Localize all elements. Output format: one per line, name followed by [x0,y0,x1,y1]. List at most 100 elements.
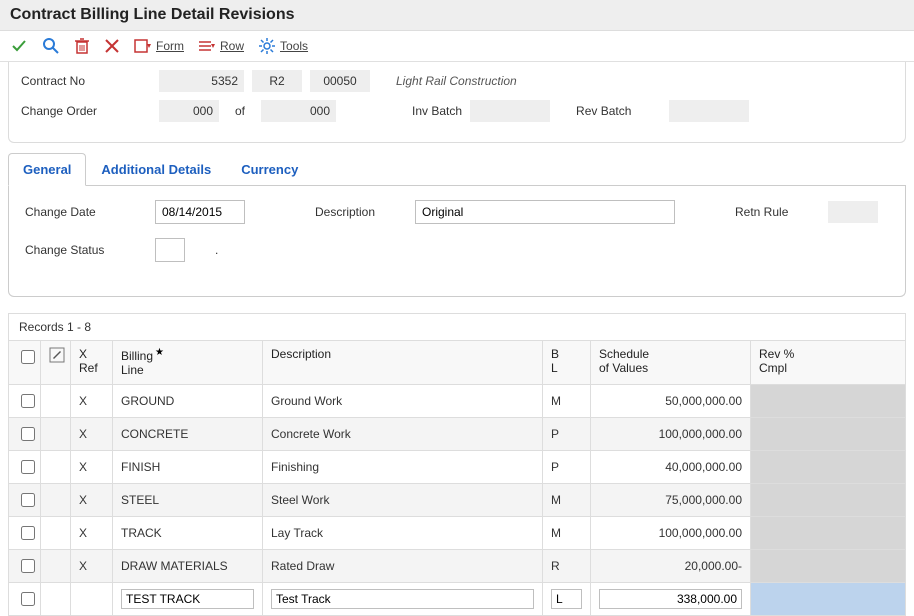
table-row[interactable]: XDRAW MATERIALSRated DrawR20,000.00- [9,549,906,582]
col-rev-pct[interactable]: Rev %Cmpl [751,341,906,385]
contract-seq-field[interactable] [310,70,370,92]
delete-button[interactable] [74,37,90,55]
col-select-all [9,341,41,385]
table-row[interactable]: XCONCRETEConcrete WorkP100,000,000.00 [9,417,906,450]
cell-sched: 100,000,000.00 [591,417,751,450]
rev-batch-label: Rev Batch [576,104,631,118]
col-billing-line[interactable]: Billing★Line [113,341,263,385]
inv-batch-label: Inv Batch [412,104,462,118]
records-count: Records 1 - 8 [8,313,906,340]
search-icon [42,37,60,55]
col-bl[interactable]: BL [543,341,591,385]
contract-rev-field[interactable] [252,70,302,92]
change-order-a-field[interactable] [159,100,219,122]
cell-billing: FINISH [113,450,263,483]
cell-desc: Ground Work [263,384,543,417]
description-label: Description [315,205,395,219]
cell-desc: Rated Draw [263,549,543,582]
sched-input[interactable] [599,589,742,609]
cell-xref: X [71,450,113,483]
tab-general[interactable]: General [8,153,86,186]
cell-billing: TRACK [113,516,263,549]
cell-xref: X [71,483,113,516]
change-order-b-field[interactable] [261,100,336,122]
change-date-label: Change Date [25,205,135,219]
cell-sched[interactable] [591,582,751,615]
table-row[interactable]: XFINISHFinishingP40,000,000.00 [9,450,906,483]
cell-sched: 40,000,000.00 [591,450,751,483]
cell-desc[interactable] [263,582,543,615]
ok-button[interactable] [10,37,28,55]
cell-billing: DRAW MATERIALS [113,549,263,582]
bl-input[interactable] [551,589,582,609]
cell-sched: 20,000.00- [591,549,751,582]
gear-icon [258,37,276,55]
col-edit [41,341,71,385]
header-panel: Contract No Light Rail Construction Chan… [8,62,906,143]
cell-sched: 75,000,000.00 [591,483,751,516]
cell-desc: Lay Track [263,516,543,549]
col-xref[interactable]: XRef [71,341,113,385]
contract-no-field[interactable] [159,70,244,92]
table-row[interactable]: XSTEELSteel WorkM75,000,000.00 [9,483,906,516]
cell-bl: P [543,417,591,450]
contract-desc: Light Rail Construction [396,74,517,88]
form-menu[interactable]: Form [134,38,184,54]
col-description[interactable]: Description [263,341,543,385]
billing-input[interactable] [121,589,254,609]
of-label: of [235,104,245,118]
page-title: Contract Billing Line Detail Revisions [0,0,914,31]
tab-currency[interactable]: Currency [226,153,313,186]
cell-rev[interactable] [751,582,906,615]
close-icon [104,38,120,54]
inv-batch-field[interactable] [470,100,550,122]
rev-batch-field[interactable] [669,100,749,122]
edit-icon[interactable] [49,347,65,363]
row-checkbox[interactable] [21,394,35,408]
description-field[interactable] [415,200,675,224]
toolbar: Form Row Tools [0,31,914,62]
select-all-checkbox[interactable] [21,350,35,364]
row-checkbox[interactable] [21,526,35,540]
general-panel: Change Date Description Retn Rule Change… [8,186,906,297]
table-row[interactable]: XTRACKLay TrackM100,000,000.00 [9,516,906,549]
retn-rule-field[interactable] [828,201,878,223]
change-order-label: Change Order [21,104,151,118]
row-checkbox[interactable] [21,427,35,441]
cell-rev [751,516,906,549]
cell-billing: CONCRETE [113,417,263,450]
tools-menu[interactable]: Tools [258,37,308,55]
cell-bl: R [543,549,591,582]
row-icon [198,38,216,54]
row-menu[interactable]: Row [198,38,244,54]
change-date-field[interactable] [155,200,245,224]
cell-sched: 50,000,000.00 [591,384,751,417]
cell-rev [751,384,906,417]
cell-xref[interactable] [71,582,113,615]
cell-xref: X [71,417,113,450]
col-schedule[interactable]: Scheduleof Values [591,341,751,385]
row-checkbox[interactable] [21,592,35,606]
change-status-field[interactable] [155,238,185,262]
row-checkbox[interactable] [21,493,35,507]
table-row[interactable]: XGROUNDGround WorkM50,000,000.00 [9,384,906,417]
change-status-desc: . [215,243,218,257]
tab-additional-details[interactable]: Additional Details [86,153,226,186]
cell-billing[interactable] [113,582,263,615]
form-menu-label: Form [156,39,184,53]
cell-rev [751,450,906,483]
contract-no-label: Contract No [21,74,151,88]
cell-bl: M [543,384,591,417]
cell-bl[interactable] [543,582,591,615]
cell-desc: Finishing [263,450,543,483]
row-checkbox[interactable] [21,559,35,573]
find-button[interactable] [42,37,60,55]
cancel-button[interactable] [104,38,120,54]
row-checkbox[interactable] [21,460,35,474]
row-menu-label: Row [220,39,244,53]
table-row[interactable] [9,582,906,615]
desc-input[interactable] [271,589,534,609]
form-icon [134,38,152,54]
change-status-label: Change Status [25,243,135,257]
cell-rev [751,417,906,450]
